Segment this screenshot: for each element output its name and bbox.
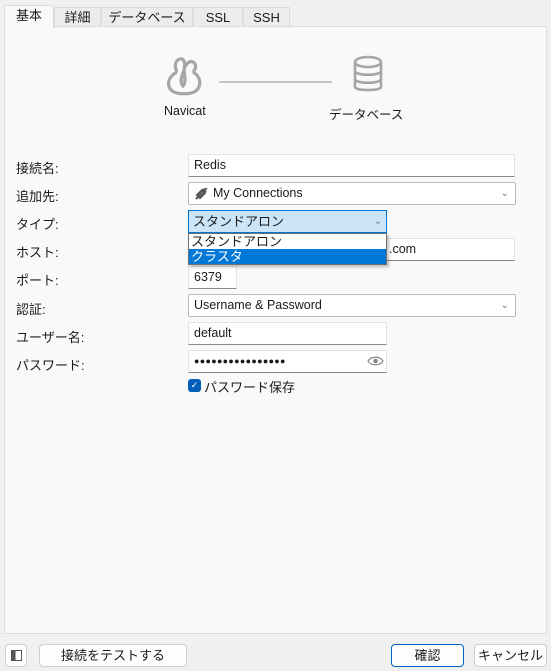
password-value: ●●●●●●●●●●●●●●●● bbox=[194, 356, 286, 366]
auth-value: Username & Password bbox=[194, 298, 322, 312]
add-to-select[interactable]: My Connections ⌄ bbox=[188, 182, 516, 205]
connection-name-input[interactable]: Redis bbox=[188, 154, 515, 177]
tab-database[interactable]: データベース bbox=[101, 7, 193, 28]
password-input[interactable]: ●●●●●●●●●●●●●●●● bbox=[188, 350, 387, 373]
type-option-standalone[interactable]: スタンドアロン bbox=[189, 234, 386, 249]
source-label: Navicat bbox=[164, 104, 206, 118]
auth-label: 認証: bbox=[16, 302, 46, 317]
tab-bar: 基本 詳細 データベース SSL SSH bbox=[4, 5, 290, 28]
save-password-label: パスワード保存 bbox=[204, 380, 296, 395]
port-label: ポート: bbox=[16, 273, 59, 288]
eye-icon[interactable] bbox=[367, 355, 384, 367]
port-input[interactable]: 6379 bbox=[188, 266, 237, 289]
auth-select[interactable]: Username & Password ⌄ bbox=[188, 294, 516, 317]
connection-name-label: 接続名: bbox=[16, 161, 59, 176]
type-value: スタンドアロン bbox=[193, 214, 285, 229]
type-select[interactable]: スタンドアロン ⌄ bbox=[188, 210, 387, 233]
toggle-panel-button[interactable] bbox=[5, 644, 27, 667]
connection-line bbox=[219, 81, 332, 83]
chevron-down-icon: ⌄ bbox=[373, 216, 382, 227]
tab-ssh[interactable]: SSH bbox=[243, 7, 290, 28]
database-icon bbox=[353, 55, 383, 92]
connection-plug-icon bbox=[195, 188, 208, 200]
chevron-down-icon: ⌄ bbox=[500, 300, 509, 311]
navicat-logo-icon bbox=[166, 57, 202, 96]
tab-ssl[interactable]: SSL bbox=[193, 7, 243, 28]
ok-button[interactable]: 確認 bbox=[391, 644, 464, 667]
save-password-checkbox[interactable]: ✓ bbox=[188, 379, 201, 392]
cancel-button[interactable]: キャンセル bbox=[474, 644, 547, 667]
tab-general[interactable]: 基本 bbox=[4, 5, 54, 28]
type-label: タイプ: bbox=[16, 217, 59, 232]
test-connection-button[interactable]: 接続をテストする bbox=[39, 644, 187, 667]
sidebar-toggle-icon bbox=[11, 650, 22, 661]
tab-advanced[interactable]: 詳細 bbox=[54, 7, 101, 28]
add-to-value: My Connections bbox=[213, 186, 303, 200]
add-to-label: 追加先: bbox=[16, 189, 59, 204]
host-label: ホスト: bbox=[16, 245, 59, 260]
username-label: ユーザー名: bbox=[16, 330, 85, 345]
type-dropdown-list: スタンドアロン クラスタ bbox=[188, 233, 387, 265]
type-option-cluster[interactable]: クラスタ bbox=[189, 249, 386, 264]
chevron-down-icon: ⌄ bbox=[500, 188, 509, 199]
username-input[interactable]: default bbox=[188, 322, 387, 345]
password-label: パスワード: bbox=[16, 358, 85, 373]
target-label: データベース bbox=[329, 108, 404, 122]
